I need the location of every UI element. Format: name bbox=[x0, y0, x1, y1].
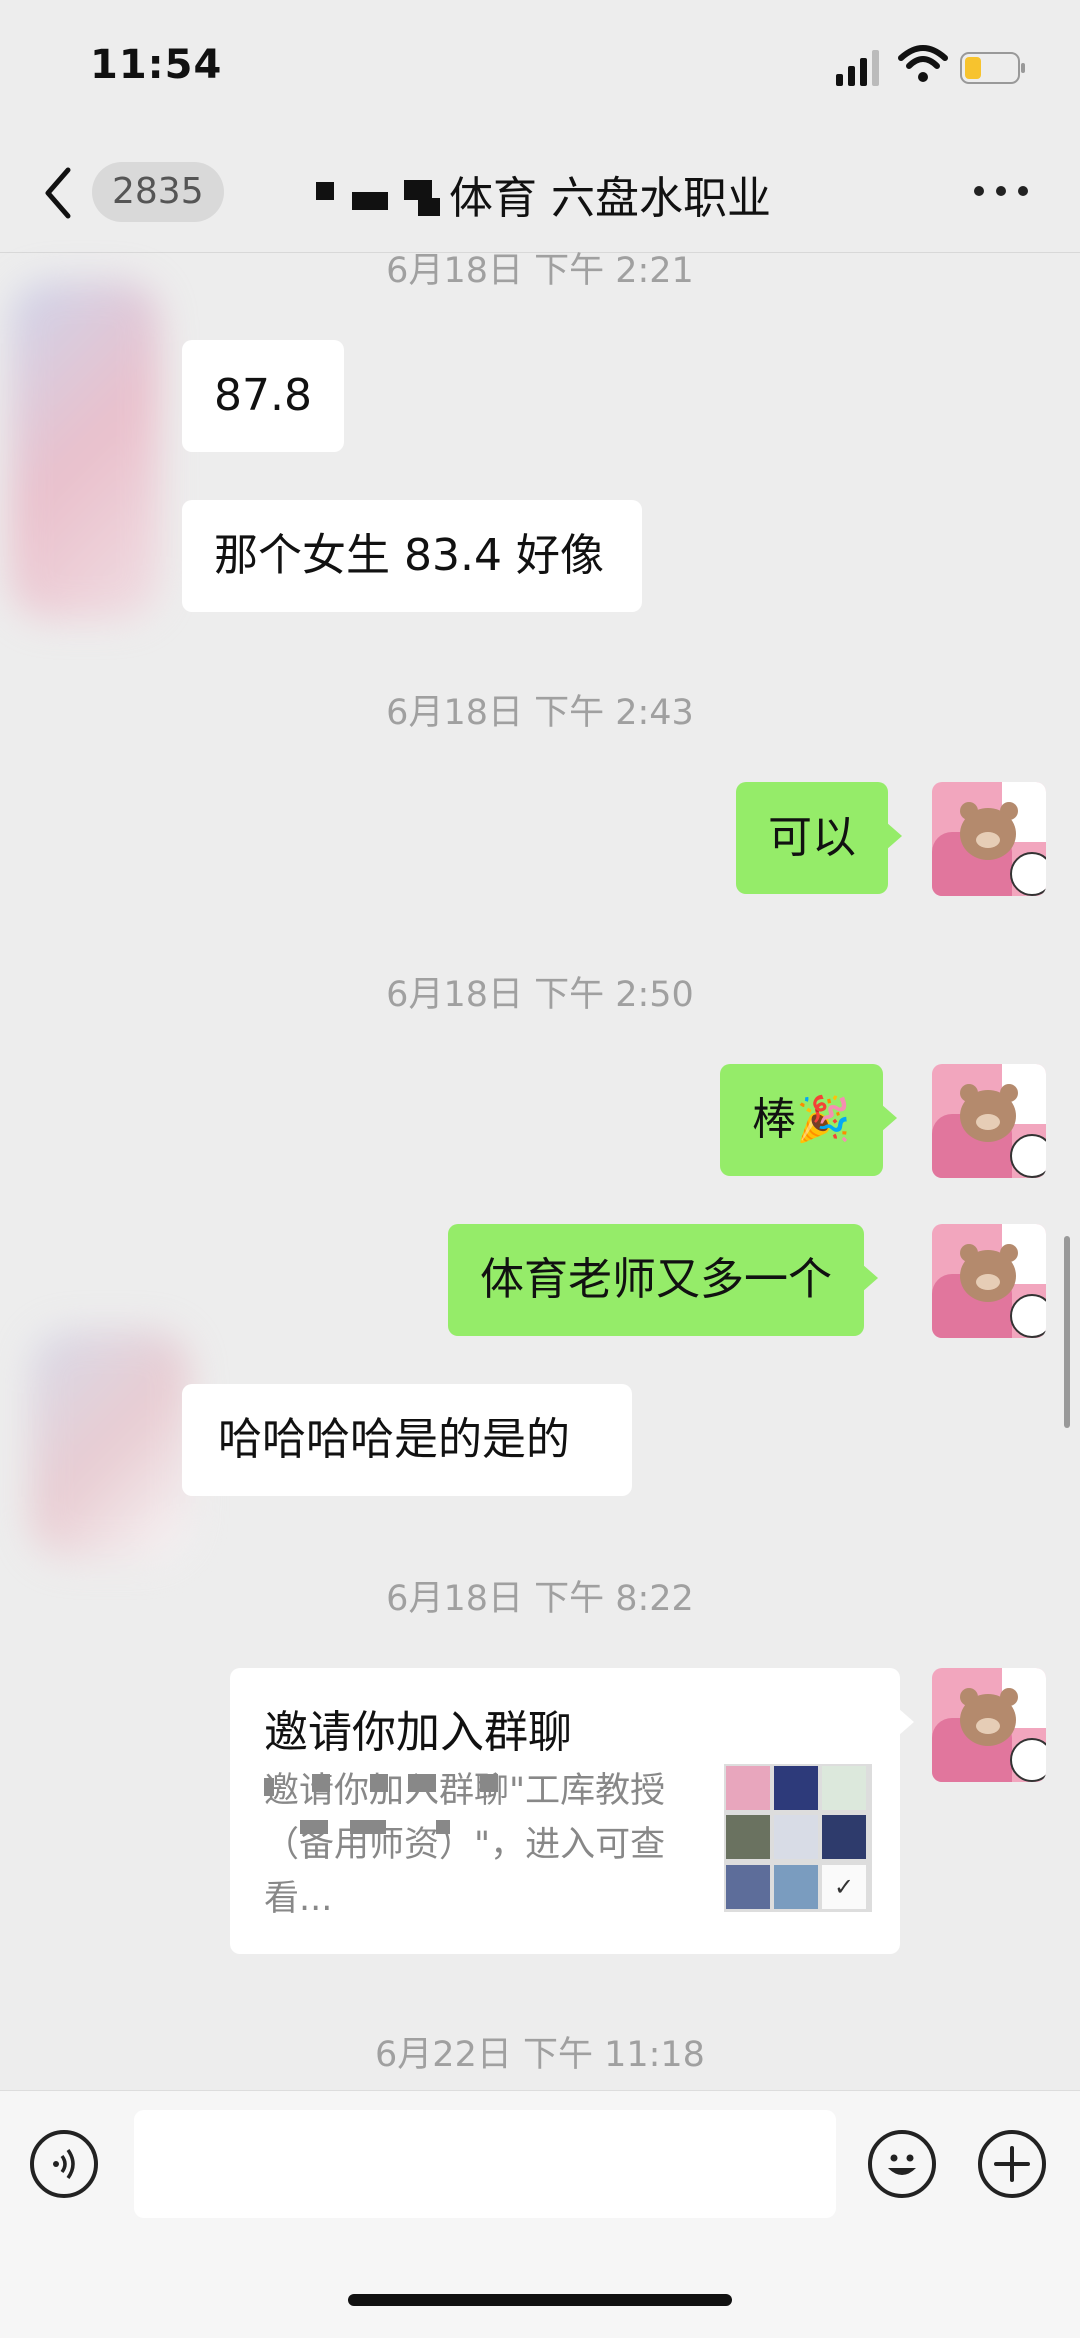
voice-icon[interactable] bbox=[30, 2130, 98, 2198]
avatar[interactable] bbox=[10, 280, 160, 620]
message-timestamp: 6月18日 下午 8:22 bbox=[386, 1579, 694, 1619]
message-timestamp: 6月18日 下午 2:50 bbox=[386, 975, 694, 1015]
avatar[interactable] bbox=[932, 1064, 1046, 1178]
status-time: 11:54 bbox=[90, 42, 223, 88]
plus-icon[interactable] bbox=[978, 2130, 1046, 2198]
more-dots-icon[interactable] bbox=[972, 180, 1032, 200]
message-input[interactable] bbox=[134, 2110, 836, 2218]
avatar[interactable] bbox=[30, 1330, 190, 1560]
message-timestamp: 6月22日 下午 11:18 bbox=[375, 2035, 705, 2075]
outgoing-message[interactable]: 棒🎉 bbox=[720, 1064, 897, 1176]
group-invite-card[interactable]: 邀请你加入群聊 邀请你加入群聊"工库教授（备用师资）"，进入可查看... ✓ bbox=[230, 1668, 914, 1954]
incoming-message[interactable]: 那个女生 83.4 好像 bbox=[182, 500, 642, 612]
scrollbar[interactable] bbox=[1064, 1236, 1070, 1428]
group-avatar-grid: ✓ bbox=[724, 1764, 872, 1912]
invite-title: 邀请你加入群聊 bbox=[264, 1707, 572, 1758]
avatar[interactable] bbox=[932, 1668, 1046, 1782]
incoming-message[interactable]: 哈哈哈哈是的是的 bbox=[182, 1384, 632, 1496]
emoji-icon[interactable] bbox=[868, 2130, 936, 2198]
cellular-signal-icon bbox=[836, 50, 879, 86]
avatar[interactable] bbox=[932, 782, 1046, 896]
avatar[interactable] bbox=[932, 1224, 1046, 1338]
outgoing-message[interactable]: 可以 bbox=[736, 782, 902, 894]
chat-title-text: 体育 六盘水职业 bbox=[449, 173, 771, 224]
home-indicator bbox=[348, 2294, 732, 2306]
battery-icon bbox=[960, 52, 1025, 84]
incoming-message[interactable]: 87.8 bbox=[182, 340, 344, 452]
outgoing-message[interactable]: 体育老师又多一个 bbox=[448, 1224, 878, 1336]
message-timestamp: 6月18日 下午 2:21 bbox=[386, 251, 694, 291]
wifi-icon bbox=[898, 45, 948, 82]
message-timestamp: 6月18日 下午 2:43 bbox=[386, 693, 694, 733]
chat-title: 体育 六盘水职业 bbox=[0, 162, 1080, 226]
